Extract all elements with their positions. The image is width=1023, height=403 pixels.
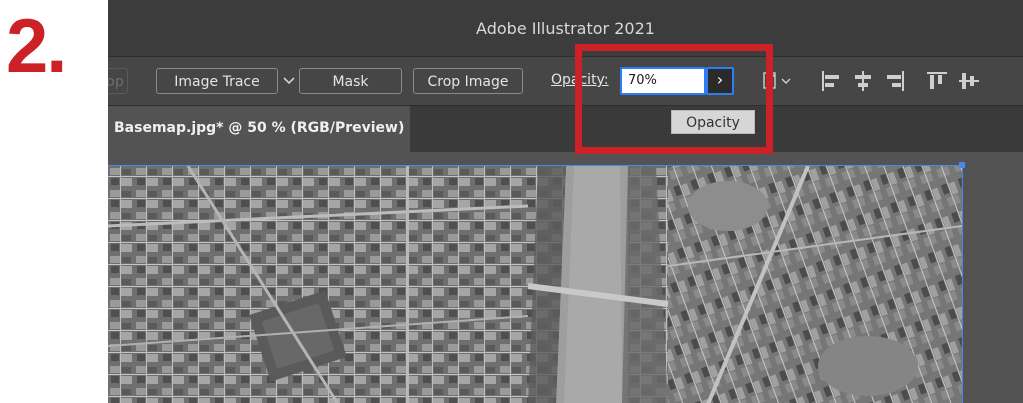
align-horizontal-center-icon[interactable] [852,70,874,92]
document-tab[interactable]: Basemap.jpg* @ 50 % (RGB/Preview) [108,106,410,152]
align-vertical-center-icon[interactable] [958,70,980,92]
red-highlight-box [575,44,773,154]
selection-handle[interactable] [959,162,965,168]
step-number: 2. [6,4,67,89]
document-tab-title: Basemap.jpg* @ 50 % (RGB/Preview) [114,120,405,136]
mask-button[interactable]: Mask [299,68,402,94]
basemap-image[interactable] [108,165,963,403]
align-left-icon[interactable] [820,70,842,92]
crop-image-button[interactable]: Crop Image [413,68,523,94]
control-bar: op Image Trace Mask Crop Image Opacity: … [108,57,1023,106]
align-top-icon[interactable] [926,70,948,92]
title-bar: Adobe Illustrator 2021 [108,0,1023,57]
illustrator-window: Adobe Illustrator 2021 op Image Trace Ma… [108,0,1023,403]
image-trace-dropdown-icon[interactable] [283,75,295,89]
image-trace-button[interactable]: Image Trace [156,68,278,94]
align-right-icon[interactable] [884,70,906,92]
document-tab-bar: Basemap.jpg* @ 50 % (RGB/Preview) [108,106,1023,152]
aerial-photo-image [108,166,962,403]
window-title: Adobe Illustrator 2021 [476,19,655,38]
artboard-canvas[interactable] [108,152,1023,403]
crop-button-partial[interactable]: op [108,68,128,94]
